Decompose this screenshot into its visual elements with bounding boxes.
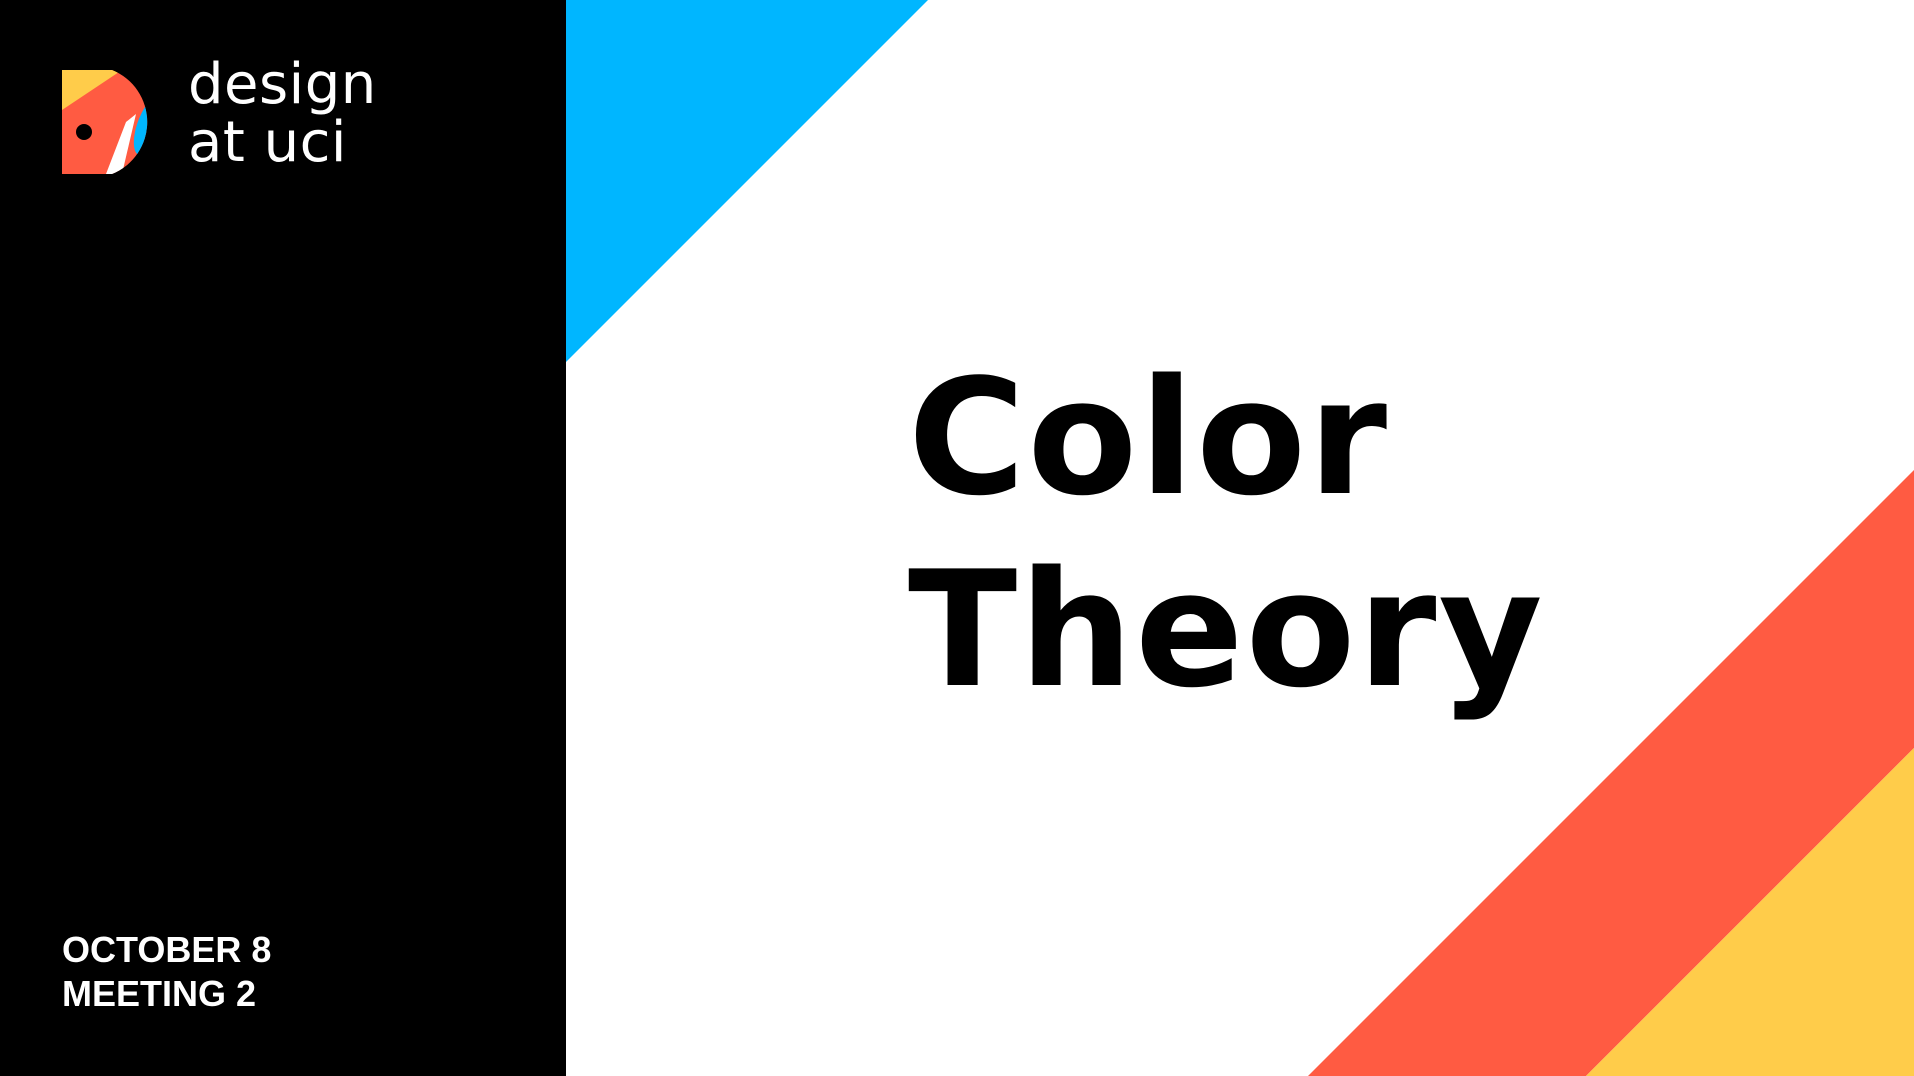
brand-line-2: at uci bbox=[188, 110, 347, 175]
meeting-number: MEETING 2 bbox=[62, 973, 257, 1014]
slide-title: Color Theory bbox=[908, 342, 1545, 726]
title-line-1: Color bbox=[908, 344, 1390, 531]
design-at-uci-logo-icon bbox=[62, 70, 148, 174]
meeting-date: OCTOBER 8 bbox=[62, 929, 272, 970]
meeting-info: OCTOBER 8 MEETING 2 bbox=[62, 928, 271, 1016]
brand-line-1: design bbox=[188, 52, 377, 117]
left-panel: design at uci OCTOBER 8 MEETING 2 bbox=[0, 0, 566, 1076]
brand-name: design at uci bbox=[188, 56, 377, 172]
blue-triangle bbox=[566, 0, 928, 362]
slide: design at uci OCTOBER 8 MEETING 2 Color … bbox=[0, 0, 1914, 1076]
title-line-2: Theory bbox=[908, 536, 1545, 723]
